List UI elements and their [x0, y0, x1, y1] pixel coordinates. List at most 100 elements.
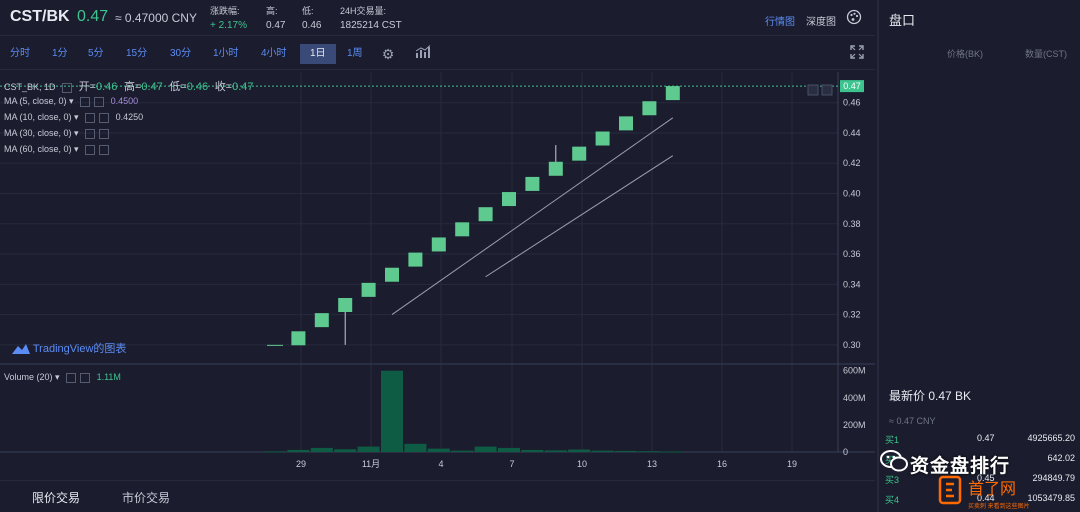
- price-chart[interactable]: 0.46 0.44 0.42 0.40 0.38 0.36 0.34 0.32 0.30 600…: [0, 72, 875, 480]
- date-axis-label: 19: [787, 459, 797, 469]
- volume-bar: [591, 450, 614, 452]
- volume-bar: [521, 449, 544, 452]
- bid-price: 0.47: [977, 433, 995, 443]
- date-axis-label: 7: [509, 459, 514, 469]
- ma5-label[interactable]: MA (5, close, 0): [4, 96, 67, 106]
- candle-body: [619, 116, 633, 131]
- legend-ma30[interactable]: MA (30, close, 0) ▾: [4, 128, 110, 139]
- legend-volume[interactable]: Volume (20) ▾ 1.11M: [4, 372, 121, 383]
- ma10-close-icon[interactable]: [99, 112, 110, 123]
- ma5-value: 0.4500: [110, 96, 139, 106]
- ma-line: [485, 155, 674, 278]
- depth-chart-link[interactable]: 深度图: [806, 13, 836, 28]
- watermark-tagline: 买卖刺 来看到这些图片: [968, 504, 1030, 510]
- legend-symbol[interactable]: CST_BK, 1D: [4, 82, 56, 92]
- legend-settings-icon[interactable]: [62, 82, 73, 93]
- wechat-icon: [880, 450, 908, 472]
- candle-body: [525, 176, 540, 191]
- candle-body: [314, 313, 329, 328]
- candle-body: [338, 298, 353, 312]
- gear-icon[interactable]: ⚙: [378, 44, 398, 64]
- volume-label: 24H交易量:: [340, 6, 387, 16]
- legend-main[interactable]: CST_BK, 1D 开=0.46 高=0.47 低=0.46 收=0.47: [4, 78, 254, 94]
- price-axis-label: 0.34: [843, 279, 861, 289]
- legend-close-label: 收=: [214, 81, 233, 93]
- tf-1min[interactable]: 1分: [46, 44, 74, 64]
- legend-low: 0.46: [186, 81, 209, 93]
- volume-bar: [544, 450, 567, 452]
- tradingview-logo[interactable]: TradingView的图表: [12, 340, 126, 356]
- tf-1hour[interactable]: 1小时: [207, 44, 245, 64]
- ma10-settings-icon[interactable]: [85, 112, 96, 123]
- svg-text:0.47: 0.47: [843, 81, 861, 91]
- col-price-header: 价格(BK): [947, 49, 984, 59]
- chart-canvas[interactable]: 0.46 0.44 0.42 0.40 0.38 0.36 0.34 0.32 0.30 600…: [0, 72, 875, 480]
- price-cny: ≈ 0.47000 CNY: [115, 11, 197, 25]
- volume-bar: [615, 450, 637, 452]
- ma60-close-icon[interactable]: [99, 144, 110, 155]
- price-axis-label: 0.46: [843, 98, 861, 108]
- legend-ma60[interactable]: MA (60, close, 0) ▾: [4, 144, 110, 155]
- candle-body: [267, 344, 283, 346]
- ma5-settings-icon[interactable]: [80, 96, 91, 107]
- fullscreen-icon[interactable]: [847, 44, 867, 64]
- tf-1week[interactable]: 1周: [341, 44, 369, 64]
- pair-name[interactable]: CST/BK: [10, 8, 70, 26]
- candle-body: [408, 252, 423, 267]
- ma30-close-icon[interactable]: [99, 128, 110, 139]
- date-axis-label: 4: [438, 459, 443, 469]
- legend-open: 0.46: [96, 81, 118, 93]
- volume-axis-label: 400M: [843, 393, 866, 403]
- legend-ma10[interactable]: MA (10, close, 0) ▾ 0.4250: [4, 112, 143, 123]
- volume-axis-label: 200M: [843, 420, 866, 430]
- ma10-label[interactable]: MA (10, close, 0): [4, 112, 72, 122]
- quote-chart-link[interactable]: 行情图: [765, 13, 795, 28]
- volume-close-icon[interactable]: [80, 372, 91, 383]
- candle-body: [642, 101, 657, 116]
- ma5-close-icon[interactable]: [94, 96, 105, 107]
- legend-ma5[interactable]: MA (5, close, 0) ▾ 0.4500: [4, 96, 138, 107]
- latest-price-cny: ≈ 0.47 CNY: [889, 416, 936, 426]
- tradingview-icon: [12, 344, 30, 355]
- volume-bar: [264, 451, 286, 453]
- col-qty-header: 数量(CST): [1025, 49, 1067, 59]
- current-price-tag: 0.47: [840, 80, 864, 93]
- ma10-value: 0.4250: [115, 112, 144, 122]
- ma60-label[interactable]: MA (60, close, 0): [4, 144, 72, 154]
- palette-icon[interactable]: [846, 9, 862, 25]
- legend-low-label: 低=: [169, 81, 187, 93]
- volume-bar: [404, 443, 427, 452]
- price-axis-label: 0.40: [843, 189, 861, 199]
- indicators-icon[interactable]: [413, 44, 433, 64]
- price-axis-label: 0.30: [843, 340, 861, 350]
- watermark-title: 资金盘排行: [910, 456, 1011, 477]
- volume-study-label[interactable]: Volume (20): [4, 372, 53, 382]
- tf-tick[interactable]: 分时: [4, 44, 36, 64]
- volume-settings-icon[interactable]: [66, 372, 77, 383]
- candle-body: [548, 161, 563, 176]
- price-axis-label: 0.42: [843, 158, 861, 168]
- tf-15min[interactable]: 15分: [120, 44, 153, 64]
- price-axis-label: 0.38: [843, 219, 861, 229]
- ma30-label[interactable]: MA (30, close, 0): [4, 128, 72, 138]
- legend-high-label: 高=: [123, 81, 142, 93]
- ma60-settings-icon[interactable]: [85, 144, 96, 155]
- date-axis-label: 11月: [362, 459, 380, 469]
- tf-4hour[interactable]: 4小时: [255, 44, 293, 64]
- tab-limit-trade[interactable]: 限价交易: [32, 489, 80, 512]
- tab-market-trade[interactable]: 市价交易: [122, 489, 170, 506]
- ma30-settings-icon[interactable]: [85, 128, 96, 139]
- tf-30min[interactable]: 30分: [164, 44, 197, 64]
- volume-bar: [661, 451, 684, 453]
- candle-body: [431, 237, 446, 252]
- volume-bar: [474, 446, 497, 452]
- volume-bar: [451, 450, 474, 452]
- volume-bar: [427, 448, 450, 452]
- candle-body: [502, 192, 516, 207]
- candle-body: [665, 86, 680, 101]
- volume-bar: [568, 449, 591, 452]
- tf-5min[interactable]: 5分: [82, 44, 110, 64]
- date-axis-label: 10: [577, 459, 587, 469]
- candle-body: [385, 267, 399, 282]
- tf-1day[interactable]: 1日: [300, 44, 336, 64]
